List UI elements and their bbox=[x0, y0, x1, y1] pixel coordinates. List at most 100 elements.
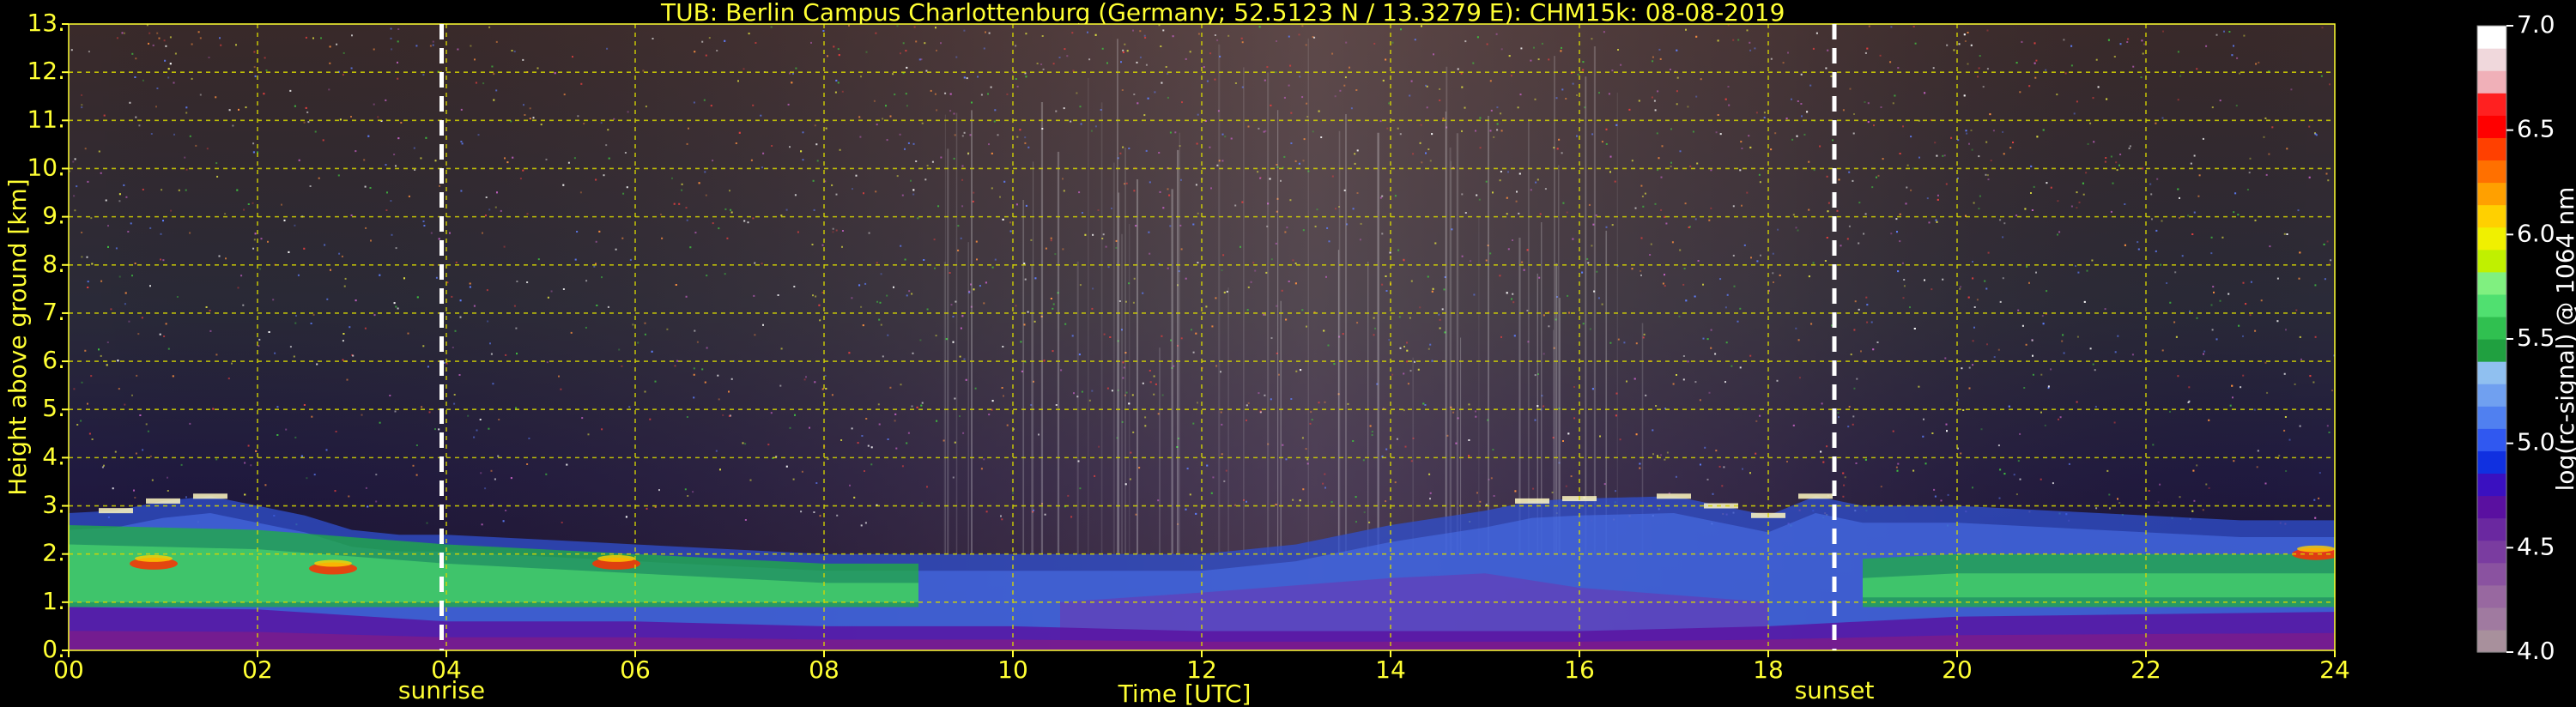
noise-dot bbox=[2113, 421, 2116, 424]
noise-dot bbox=[753, 294, 755, 297]
noise-dot bbox=[1935, 219, 1937, 221]
noise-dot bbox=[1957, 398, 1960, 401]
noise-dot bbox=[1562, 440, 1564, 442]
noise-dot bbox=[794, 194, 797, 196]
noise-dot bbox=[1339, 89, 1342, 92]
noise-dot bbox=[1609, 155, 1612, 158]
noise-dot bbox=[1246, 419, 1247, 421]
noise-dot bbox=[536, 67, 539, 69]
noise-dot bbox=[1558, 138, 1561, 141]
noise-dot bbox=[403, 277, 405, 280]
noise-dot bbox=[136, 374, 138, 377]
noise-dot bbox=[1860, 350, 1862, 353]
noise-dot bbox=[626, 186, 628, 189]
noise-dot bbox=[2073, 112, 2076, 115]
noise-dot bbox=[1712, 492, 1714, 495]
noise-dot bbox=[2032, 373, 2034, 376]
noise-dot bbox=[1094, 474, 1096, 477]
noise-dot bbox=[812, 179, 815, 182]
noise-dot bbox=[1161, 335, 1163, 337]
noise-dot bbox=[1520, 47, 1523, 50]
noise-dot bbox=[1373, 317, 1375, 319]
noise-dot bbox=[1122, 49, 1124, 51]
noise-dot bbox=[789, 146, 791, 148]
noise-dot bbox=[452, 347, 454, 348]
noise-dot bbox=[2058, 418, 2059, 420]
noise-dot bbox=[1676, 49, 1678, 51]
noise-dot bbox=[997, 134, 999, 136]
noise-dot bbox=[2030, 165, 2033, 167]
noise-dot bbox=[88, 51, 90, 53]
noise-dot bbox=[1826, 445, 1828, 448]
noise-dot bbox=[1918, 119, 1920, 122]
noise-dot bbox=[931, 160, 934, 163]
noise-dot bbox=[2034, 42, 2036, 45]
noise-dot bbox=[985, 511, 988, 513]
noise-dot bbox=[1197, 212, 1199, 215]
noise-dot bbox=[1489, 130, 1492, 132]
noise-dot bbox=[1301, 25, 1304, 27]
noise-dot bbox=[252, 247, 255, 250]
colorbar-segment bbox=[2477, 607, 2506, 631]
y-tick-label: 3. bbox=[42, 491, 65, 519]
noise-dot bbox=[1737, 408, 1740, 410]
noise-dot bbox=[394, 410, 397, 413]
noise-dot bbox=[1967, 32, 1969, 33]
noise-dot bbox=[435, 276, 438, 279]
noise-dot bbox=[991, 187, 993, 190]
noise-dot bbox=[1309, 422, 1312, 425]
noise-dot bbox=[1798, 377, 1801, 379]
noise-dot bbox=[894, 413, 897, 415]
noise-dot bbox=[1209, 52, 1212, 55]
noise-dot bbox=[1749, 41, 1751, 44]
noise-dot bbox=[975, 240, 978, 243]
noise-dot bbox=[2110, 155, 2112, 158]
noise-dot bbox=[1972, 486, 1973, 489]
noise-dot bbox=[134, 263, 136, 264]
noise-dot bbox=[1064, 48, 1066, 51]
noise-dot bbox=[494, 478, 496, 480]
noise-dot bbox=[1197, 33, 1200, 35]
noise-dot bbox=[528, 438, 530, 439]
noise-dot bbox=[915, 160, 918, 162]
noise-dot bbox=[1932, 67, 1935, 69]
noise-dot bbox=[1043, 360, 1046, 362]
noise-dot bbox=[1305, 44, 1307, 46]
noise-dot bbox=[1640, 184, 1643, 187]
noise-dot bbox=[1133, 94, 1136, 95]
noise-dot bbox=[952, 341, 955, 343]
noise-dot bbox=[2076, 207, 2078, 209]
noise-dot bbox=[2062, 334, 2064, 336]
noise-dot bbox=[355, 150, 357, 153]
noise-dot bbox=[730, 378, 733, 380]
noise-dot bbox=[1070, 120, 1072, 123]
noise-dot bbox=[162, 220, 164, 222]
noise-dot bbox=[1826, 175, 1828, 178]
noise-dot bbox=[729, 190, 730, 192]
noise-dot bbox=[1288, 281, 1290, 282]
noise-dot bbox=[1967, 296, 1970, 299]
noise-dot bbox=[1132, 301, 1135, 304]
noise-dot bbox=[2021, 40, 2023, 43]
noise-dot bbox=[1864, 101, 1866, 103]
noise-dot bbox=[1548, 325, 1550, 328]
noise-dot bbox=[837, 82, 839, 84]
noise-dot bbox=[159, 333, 161, 335]
noise-dot bbox=[131, 394, 133, 396]
noise-dot bbox=[851, 427, 853, 430]
noise-dot bbox=[912, 142, 915, 145]
noise-dot bbox=[1432, 287, 1434, 290]
noise-dot bbox=[754, 334, 756, 336]
noise-dot bbox=[1852, 415, 1855, 418]
noise-dot bbox=[652, 38, 654, 39]
noise-dot bbox=[339, 118, 342, 121]
noise-dot bbox=[1214, 78, 1216, 81]
noise-dot bbox=[1642, 205, 1645, 208]
noise-dot bbox=[1118, 300, 1121, 302]
noise-dot bbox=[135, 116, 137, 118]
noise-dot bbox=[1946, 430, 1948, 432]
noise-dot bbox=[1640, 269, 1642, 272]
noise-dot bbox=[185, 168, 188, 171]
noise-dot bbox=[930, 89, 932, 92]
noise-dot bbox=[895, 447, 898, 450]
